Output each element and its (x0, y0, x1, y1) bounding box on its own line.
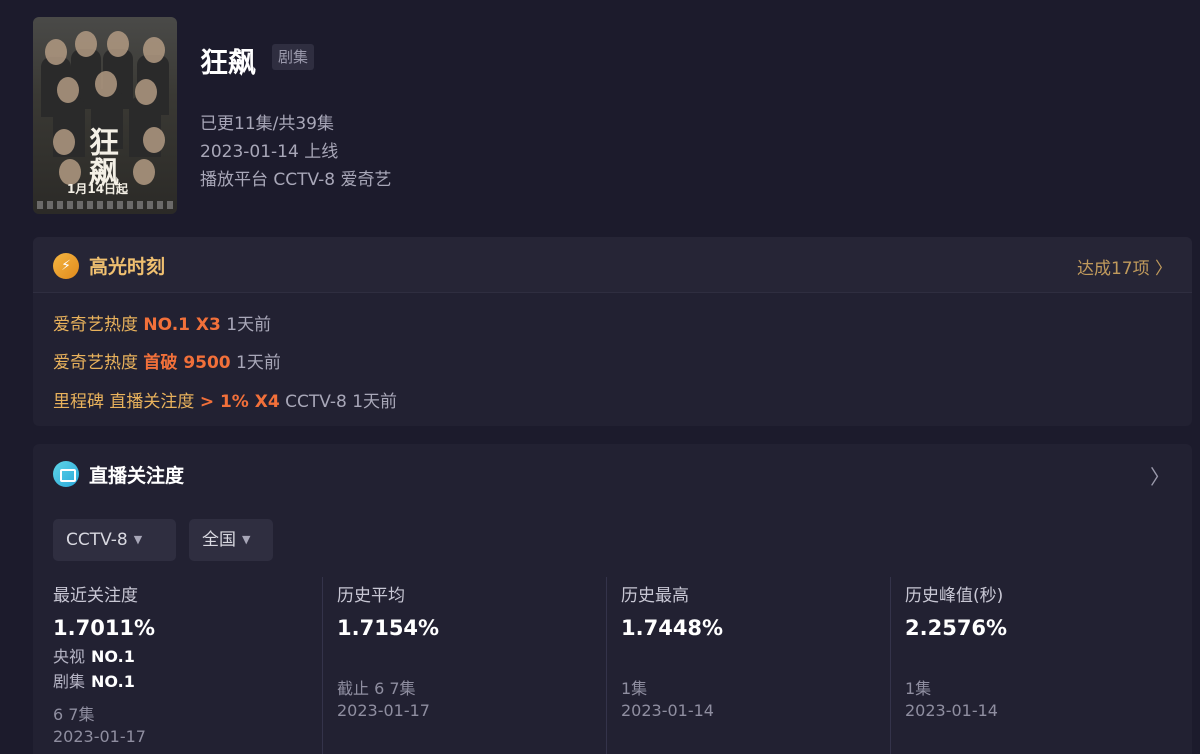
highlight-label: 里程碑 直播关注度 (53, 392, 195, 412)
poster-date: 1月14日起 (67, 182, 129, 196)
stat-value: 1.7011% (53, 616, 156, 640)
chevron-right-icon[interactable]: 〉 (1150, 461, 1170, 490)
highlight-time: 1天前 (226, 315, 272, 335)
stat-recent: 最近关注度 1.7011% 央视 NO.1 剧集 NO.1 6 7集 2023-01… (53, 577, 319, 754)
tv-chart-icon (53, 461, 79, 487)
highlight-item: 爱奇艺热度 首破 9500 1天前 (53, 348, 281, 373)
poster-face (57, 77, 79, 103)
poster-face (143, 127, 165, 153)
stat-date: 2023-01-17 (337, 701, 430, 720)
stat-value: 1.7154% (337, 616, 440, 640)
highlights-more-link[interactable]: 达成17项 〉 (1077, 254, 1172, 279)
highlights-title: 高光时刻 (89, 256, 166, 278)
rank-cctv: 央视 NO.1 (53, 643, 135, 667)
rank-label: 剧集 (53, 672, 86, 691)
stat-date: 2023-01-14 (621, 701, 714, 720)
stat-episode: 1集 (621, 679, 648, 698)
show-title: 狂飙 (200, 46, 257, 79)
highlight-value: > 1% X4 (199, 392, 280, 412)
stat-episode: 截止 6 7集 (337, 679, 416, 698)
stat-label: 历史峰值(秒) (905, 586, 1004, 606)
highlight-item: 爱奇艺热度 NO.1 X3 1天前 (53, 310, 271, 335)
live-attention-title: 直播关注度 (89, 465, 185, 487)
stat-date: 2023-01-14 (905, 701, 998, 720)
release-date: 2023-01-14 上线 (200, 142, 339, 162)
stat-history-high: 历史最高 1.7448% 1集 2023-01-14 (606, 577, 890, 754)
poster-logos (37, 201, 173, 209)
stat-history-peak: 历史峰值(秒) 2.2576% 1集 2023-01-14 (890, 577, 1174, 754)
highlight-time: 1天前 (236, 353, 281, 373)
poster-face (75, 31, 97, 57)
highlight-time: CCTV-8 1天前 (285, 392, 398, 412)
poster-face (107, 31, 129, 57)
stat-label: 历史最高 (621, 586, 689, 606)
show-type-tag: 剧集 (272, 44, 315, 70)
caret-down-icon: ▼ (133, 533, 143, 546)
stat-episode: 1集 (905, 679, 932, 698)
stat-value: 1.7448% (621, 616, 724, 640)
stat-value: 2.2576% (905, 616, 1008, 640)
highlight-label: 爱奇艺热度 (53, 353, 138, 373)
poster-face (133, 159, 155, 185)
stat-history-average: 历史平均 1.7154% 截止 6 7集 2023-01-17 (322, 577, 606, 754)
stat-label: 历史平均 (337, 586, 405, 606)
channel-select-value: CCTV-8 (66, 530, 128, 550)
episode-count: 已更11集/共39集 (200, 114, 334, 134)
caret-down-icon: ▼ (242, 533, 251, 546)
lightning-bolt-icon: ⚡ (53, 253, 79, 279)
highlight-value: 首破 9500 (143, 353, 231, 373)
stat-episode: 6 7集 (53, 705, 95, 724)
show-header: 狂飙 1月14日起 狂飙 剧集 已更11集/共39集 2023-01-14 上线… (33, 17, 1183, 217)
rank-drama: 剧集 NO.1 (53, 668, 135, 692)
highlights-header[interactable]: ⚡ 高光时刻 达成17项 〉 (33, 237, 1192, 293)
highlights-panel: ⚡ 高光时刻 达成17项 〉 爱奇艺热度 NO.1 X3 1天前 爱奇艺热度 首… (33, 237, 1192, 426)
poster-face (45, 39, 67, 65)
rank-label: 央视 (53, 647, 86, 666)
show-poster[interactable]: 狂飙 1月14日起 (33, 17, 177, 214)
rank-value: NO.1 (91, 672, 135, 691)
poster-face (53, 129, 75, 155)
rank-value: NO.1 (91, 647, 135, 666)
poster-face (135, 79, 157, 105)
highlight-value: NO.1 X3 (143, 315, 221, 335)
poster-face (143, 37, 165, 63)
highlight-label: 爱奇艺热度 (53, 315, 138, 335)
highlight-item: 里程碑 直播关注度 > 1% X4 CCTV-8 1天前 (53, 387, 397, 412)
platforms: 播放平台 CCTV-8 爱奇艺 (200, 170, 392, 190)
stat-date: 2023-01-17 (53, 727, 146, 746)
stat-label: 最近关注度 (53, 586, 138, 606)
live-attention-panel: 直播关注度 〉 CCTV-8 ▼ 全国 ▼ 最近关注度 1.7011% 央视 NO.1… (33, 444, 1192, 754)
region-select-value: 全国 (202, 530, 236, 550)
region-select[interactable]: 全国 ▼ (189, 519, 273, 561)
poster-face (95, 71, 117, 97)
channel-select[interactable]: CCTV-8 ▼ (53, 519, 176, 561)
